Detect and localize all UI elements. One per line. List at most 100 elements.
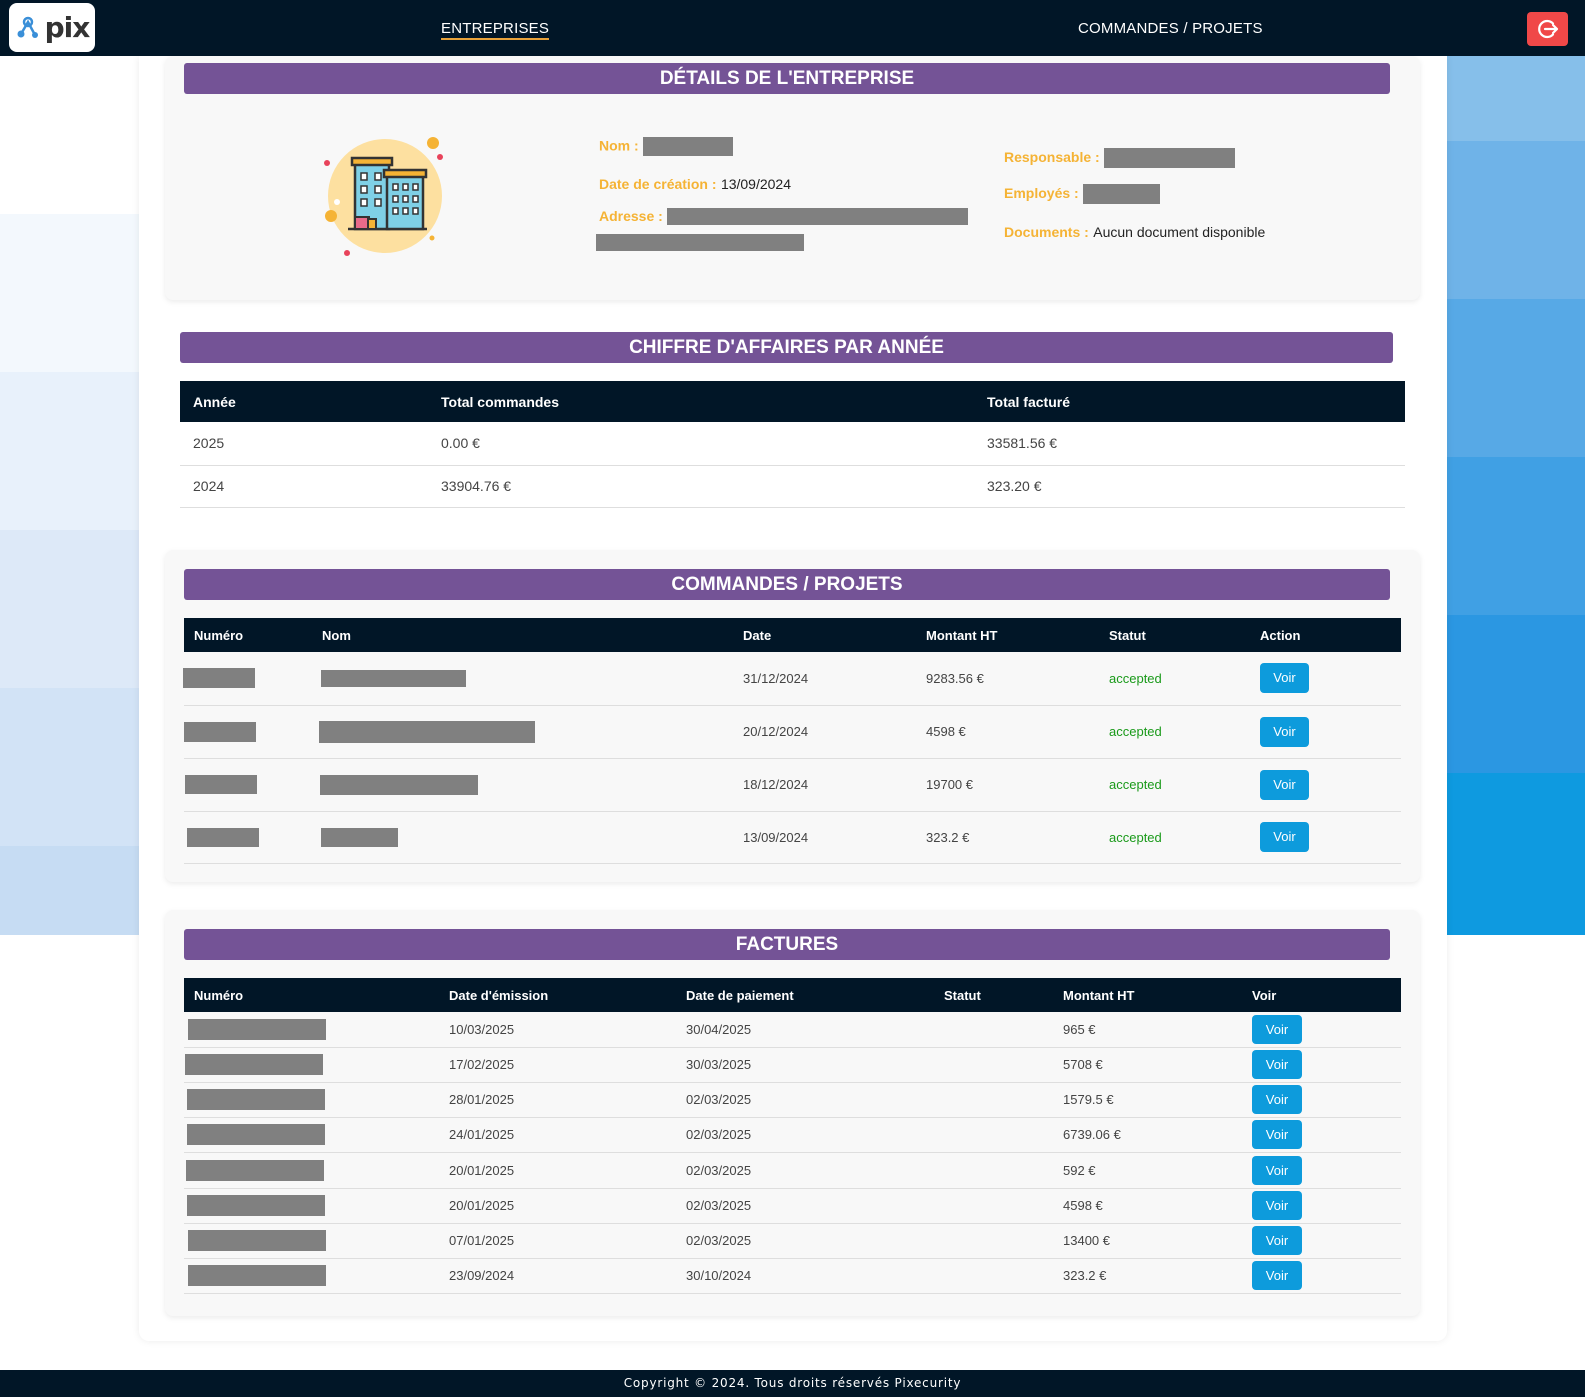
invoice-amount: 13400 € — [1063, 1223, 1252, 1259]
field-creation-date: Date de création : 13/09/2024 — [599, 176, 791, 194]
invoice-voir-button[interactable]: Voir — [1252, 1261, 1302, 1290]
revenue-cell-year: 2025 — [180, 422, 441, 466]
invoices-col-numero: Numéro — [184, 978, 449, 1012]
order-nom-redacted — [320, 774, 478, 795]
invoice-status — [944, 1012, 1063, 1048]
footer: Copyright © 2024. Tous droits réservés P… — [0, 1370, 1585, 1397]
nav-commandes-projets[interactable]: COMMANDES / PROJETS — [1078, 20, 1263, 37]
revenue-row: 2024 33904.76 € 323.20 € — [180, 465, 1405, 508]
invoice-voir-button[interactable]: Voir — [1252, 1014, 1302, 1044]
invoice-numero-redacted — [186, 1159, 324, 1181]
order-voir-button[interactable]: Voir — [1260, 822, 1309, 852]
orders-col-statut: Statut — [1109, 618, 1260, 652]
invoice-date-emission: 28/01/2025 — [449, 1082, 686, 1118]
invoice-date-paiement: 02/03/2025 — [686, 1082, 944, 1118]
invoice-voir-button[interactable]: Voir — [1252, 1050, 1302, 1079]
invoice-amount: 592 € — [1063, 1152, 1252, 1189]
revenue-cell-commandes: 33904.76 € — [441, 465, 987, 508]
invoices-col-date-emission: Date d'émission — [449, 978, 686, 1012]
order-voir-button[interactable]: Voir — [1260, 716, 1309, 747]
invoice-date-paiement: 02/03/2025 — [686, 1117, 944, 1153]
revenue-header-row: Année Total commandes Total facturé — [180, 381, 1405, 422]
invoice-status — [944, 1258, 1063, 1294]
revenue-cell-commandes: 0.00 € — [441, 422, 987, 466]
field-documents: Documents : Aucun document disponible — [1004, 224, 1265, 242]
invoice-date-emission: 23/09/2024 — [449, 1258, 686, 1294]
nav-entreprises[interactable]: ENTREPRISES — [441, 20, 550, 40]
invoice-voir-button[interactable]: Voir — [1252, 1191, 1302, 1220]
creation-label: Date de création : — [599, 176, 717, 192]
order-amount: 9283.56 € — [926, 652, 1109, 706]
employes-redacted — [1083, 184, 1161, 204]
invoice-status — [944, 1082, 1063, 1118]
invoice-numero-redacted — [188, 1018, 326, 1040]
company-details-panel: DÉTAILS DE L'ENTREPRISE Nom : Date de cr… — [165, 56, 1420, 300]
invoices-header-row: Numéro Date d'émission Date de paiement … — [184, 978, 1401, 1012]
employes-label: Employés : — [1004, 185, 1079, 202]
background-left — [0, 56, 140, 935]
invoice-date-emission: 20/01/2025 — [449, 1188, 686, 1224]
invoice-numero-redacted — [187, 1195, 325, 1216]
order-voir-button[interactable]: Voir — [1260, 663, 1309, 694]
invoice-amount: 323.2 € — [1063, 1258, 1252, 1294]
invoice-voir-button[interactable]: Voir — [1252, 1155, 1302, 1185]
invoice-date-paiement: 02/03/2025 — [686, 1223, 944, 1259]
invoice-date-emission: 17/02/2025 — [449, 1047, 686, 1083]
invoices-col-date-paiement: Date de paiement — [686, 978, 944, 1012]
background-right — [1445, 56, 1585, 935]
order-status: accepted — [1109, 652, 1260, 706]
order-nom-redacted — [321, 670, 466, 688]
field-employes: Employés : — [1004, 184, 1161, 204]
order-numero-redacted — [183, 668, 255, 689]
invoice-voir-button[interactable]: Voir — [1252, 1085, 1302, 1114]
revenue-cell-facture: 323.20 € — [987, 465, 1405, 508]
order-amount: 19700 € — [926, 758, 1109, 812]
orders-section-title: COMMANDES / PROJETS — [184, 569, 1390, 600]
order-amount: 323.2 € — [926, 811, 1109, 864]
order-row: 20/12/2024 4598 € accepted Voir — [184, 705, 1401, 759]
logout-button[interactable] — [1527, 12, 1568, 46]
invoice-status — [944, 1047, 1063, 1083]
field-responsable: Responsable : — [1004, 148, 1236, 168]
orders-col-nom: Nom — [322, 618, 743, 652]
logo-mark-icon — [17, 16, 38, 38]
invoice-date-paiement: 02/03/2025 — [686, 1152, 944, 1189]
building-icon — [324, 137, 443, 256]
invoice-date-emission: 20/01/2025 — [449, 1152, 686, 1189]
order-nom-redacted — [319, 720, 535, 743]
orders-header-row: Numéro Nom Date Montant HT Statut Action — [184, 618, 1401, 652]
invoice-row: 07/01/2025 02/03/2025 13400 € Voir — [184, 1223, 1401, 1259]
order-row: 31/12/2024 9283.56 € accepted Voir — [183, 652, 1401, 706]
revenue-cell-year: 2024 — [180, 465, 441, 508]
order-nom-redacted — [321, 827, 398, 847]
order-date: 20/12/2024 — [743, 705, 926, 759]
invoice-row: 20/01/2025 02/03/2025 592 € Voir — [184, 1152, 1401, 1189]
revenue-table: Année Total commandes Total facturé 2025… — [180, 381, 1405, 508]
invoice-row: 23/09/2024 30/10/2024 323.2 € Voir — [184, 1258, 1401, 1294]
invoice-numero-redacted — [187, 1089, 325, 1110]
invoice-status — [944, 1188, 1063, 1224]
creation-value: 13/09/2024 — [720, 176, 792, 192]
field-adresse: Adresse : — [599, 208, 979, 226]
revenue-row: 2025 0.00 € 33581.56 € — [180, 422, 1405, 466]
order-voir-button[interactable]: Voir — [1260, 769, 1309, 800]
invoice-numero-redacted — [187, 1124, 325, 1145]
logo[interactable]: pix — [9, 3, 95, 52]
invoice-status — [944, 1152, 1063, 1189]
order-numero-redacted — [187, 827, 259, 847]
order-date: 31/12/2024 — [743, 652, 926, 706]
order-row: 13/09/2024 323.2 € accepted Voir — [184, 811, 1401, 864]
invoice-date-emission: 10/03/2025 — [449, 1012, 686, 1048]
nom-redacted — [643, 137, 734, 156]
documents-value: Aucun document disponible — [1093, 224, 1266, 240]
orders-col-montant: Montant HT — [926, 618, 1109, 652]
order-numero-redacted — [185, 775, 257, 794]
invoice-numero-redacted — [185, 1054, 323, 1075]
revenue-col-total-commandes: Total commandes — [441, 381, 987, 422]
invoice-amount: 6739.06 € — [1063, 1117, 1252, 1153]
revenue-col-annee: Année — [180, 381, 441, 422]
invoices-col-voir: Voir — [1252, 978, 1401, 1012]
invoice-row: 28/01/2025 02/03/2025 1579.5 € Voir — [184, 1082, 1401, 1118]
invoice-voir-button[interactable]: Voir — [1252, 1226, 1302, 1255]
invoice-voir-button[interactable]: Voir — [1252, 1120, 1302, 1149]
